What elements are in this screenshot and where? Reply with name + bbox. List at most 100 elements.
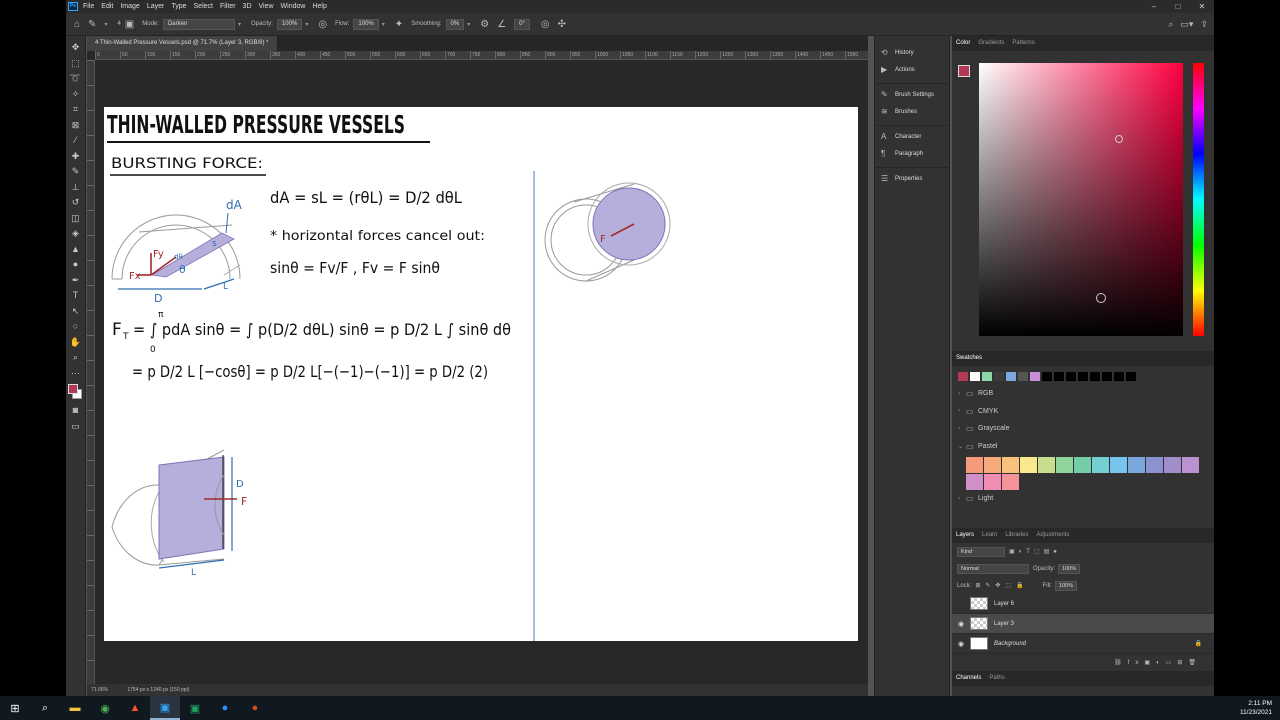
brush-tool-icon[interactable]: ✎ [88,19,96,30]
pastel-swatch-chip[interactable] [984,457,1001,473]
pastel-swatch-chip[interactable] [1056,457,1073,473]
search-icon[interactable]: ⌕ [1168,19,1173,30]
pastel-swatch-chip[interactable] [1074,457,1091,473]
eyedropper-tool-icon[interactable]: ⁄ [66,133,85,149]
swatch-chip[interactable] [994,372,1004,381]
paragraph-panel-button[interactable]: ¶ Paragraph [875,145,949,162]
mode-select[interactable]: Darken [162,18,235,30]
share-icon[interactable]: ⇪ [1200,19,1208,30]
tab-layers[interactable]: Layers [956,528,974,543]
layer-kind-filter[interactable]: Kind [957,546,1005,557]
blend-mode-select[interactable]: Normal [957,563,1029,574]
properties-panel-button[interactable]: ☰ Properties [875,170,949,187]
gear-icon[interactable]: ⚙ [480,19,489,30]
chrome-icon[interactable]: ◉ [90,696,120,720]
brush-tool-icon[interactable]: ✎ [66,164,85,180]
brush-size-value[interactable]: 4 [117,21,120,27]
layer-footer-icons[interactable]: ⛓fx▣◐▭⊞🗑 [952,654,1214,671]
magic-wand-tool-icon[interactable]: ✧ [66,87,85,103]
powerpoint-icon[interactable]: ● [240,696,270,720]
excel-icon[interactable]: ▣ [180,696,210,720]
tab-swatches[interactable]: Swatches [956,351,982,366]
pastel-swatch-chip[interactable] [1146,457,1163,473]
quick-mask-icon[interactable]: ◙ [66,403,85,419]
document-canvas[interactable]: THIN-WALLED PRESSURE VESSELS BURSTING FO… [104,107,858,641]
search-icon[interactable]: ⌕ [30,696,60,720]
path-selection-tool-icon[interactable]: ↖ [66,304,85,320]
taskbar-clock[interactable]: 2:11 PM 11/23/2021 [1240,699,1272,717]
swatch-chip[interactable] [958,372,968,381]
brushes-panel-button[interactable]: ≋ Brushes [875,103,949,120]
character-panel-button[interactable]: A Character [875,128,949,145]
menu-3d[interactable]: 3D [243,3,252,10]
foreground-color-swatch[interactable] [68,384,78,394]
pastel-swatch-chip[interactable] [1002,474,1019,490]
actions-panel-button[interactable]: ▶ Actions [875,61,949,78]
pastel-swatch-chip[interactable] [1128,457,1145,473]
swatch-chip[interactable] [970,372,980,381]
menu-image[interactable]: Image [120,3,139,10]
file-explorer-icon[interactable]: ▬ [60,696,90,720]
swatch-chip[interactable] [1018,372,1028,381]
swatch-chip[interactable] [982,372,992,381]
swatch-chip[interactable] [1006,372,1016,381]
layer-row-selected[interactable]: ◉ Layer 3 [952,614,1214,634]
brush-settings-panel-button[interactable]: ✎ Brush Settings [875,86,949,103]
lasso-tool-icon[interactable]: ➰ [66,71,85,87]
swatch-folder-cmyk[interactable]: › ▭ CMYK [952,403,1214,421]
move-tool-icon[interactable]: ✥ [66,40,85,56]
pressure-opacity-icon[interactable]: ◎ [318,19,327,30]
opacity-dropdown-icon[interactable]: ▾ [305,21,308,28]
eye-icon[interactable]: ◉ [952,640,970,648]
layer-opacity-input[interactable]: 100% [1058,563,1081,574]
swatch-chip[interactable] [1030,372,1040,381]
tool-preset-dropdown[interactable]: ▾ [104,21,107,28]
maximize-icon[interactable]: □ [1166,0,1190,13]
ellipse-tool-icon[interactable]: ○ [66,319,85,335]
swatch-chip[interactable] [1078,372,1088,381]
smoothing-input[interactable]: 0% [445,18,465,30]
layer-row[interactable]: Layer 6 [952,594,1214,614]
airbrush-icon[interactable]: ✦ [395,19,403,30]
swatch-chip[interactable] [1126,372,1136,381]
menu-select[interactable]: Select [194,3,213,10]
pen-tool-icon[interactable]: ✒ [66,273,85,289]
tab-paths[interactable]: Paths [989,671,1004,686]
layer-row[interactable]: ◉ Background 🔒 [952,634,1214,654]
menu-help[interactable]: Help [312,3,326,10]
tab-channels[interactable]: Channels [956,671,981,686]
fill-input[interactable]: 100% [1054,580,1077,591]
eye-icon[interactable]: ◉ [952,620,970,628]
start-icon[interactable]: ⊞ [0,696,30,720]
zoom-icon[interactable]: ● [210,696,240,720]
document-size[interactable]: 1754 px x 1240 px (150 ppi) [127,687,189,693]
menu-filter[interactable]: Filter [220,3,236,10]
layer-filter-icons[interactable]: ▣◐T⬚▤● [1009,548,1061,555]
screen-mode-icon[interactable]: ▭ [66,419,85,435]
pastel-swatch-chip[interactable] [1092,457,1109,473]
pressure-size-icon[interactable]: ◎ [541,19,550,30]
photoshop-icon[interactable]: ▣ [150,696,180,720]
close-icon[interactable]: ✕ [1190,0,1214,13]
swatch-chip[interactable] [1102,372,1112,381]
tab-learn[interactable]: Learn [982,528,997,543]
tab-adjustments[interactable]: Adjustments [1036,528,1069,543]
color-picker-field[interactable] [979,63,1183,336]
more-tools-icon[interactable]: ⋯ [66,366,85,382]
frame-tool-icon[interactable]: ⊠ [66,118,85,134]
pastel-swatch-chip[interactable] [1038,457,1055,473]
tab-color[interactable]: Color [956,36,970,51]
picker-ring[interactable] [1115,135,1123,143]
brush-panel-toggle-icon[interactable]: ▣ [125,19,134,30]
menu-view[interactable]: View [259,3,274,10]
pastel-swatch-chip[interactable] [1164,457,1181,473]
swatch-folder-rgb[interactable]: › ▭ RGB [952,385,1214,403]
pastel-swatch-chip[interactable] [1182,457,1199,473]
swatch-folder-light[interactable]: › ▭ Light [952,490,1214,508]
clone-stamp-tool-icon[interactable]: ⊥ [66,180,85,196]
history-brush-tool-icon[interactable]: ↺ [66,195,85,211]
angle-input[interactable]: 0° [514,18,530,30]
menu-file[interactable]: File [83,3,94,10]
swatch-chip[interactable] [1042,372,1052,381]
hand-tool-icon[interactable]: ✋ [66,335,85,351]
